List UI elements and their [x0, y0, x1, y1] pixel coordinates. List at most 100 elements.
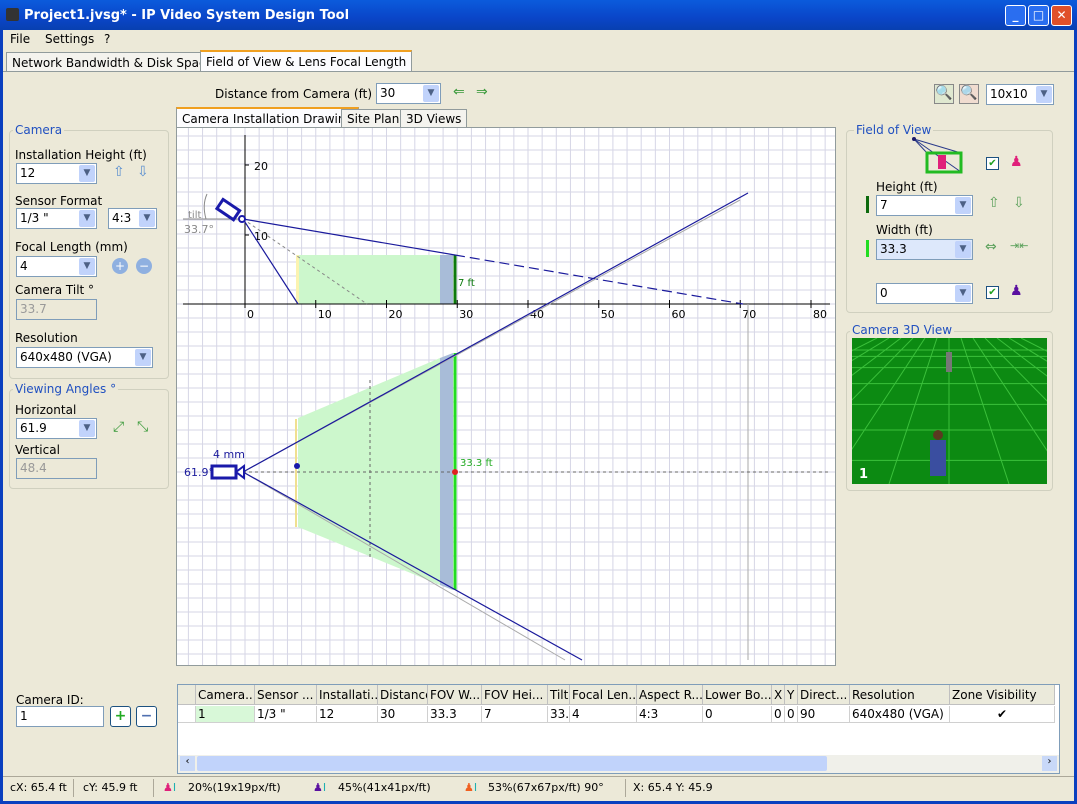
arrow-down-icon[interactable]: ⇩	[137, 164, 149, 180]
width-dimension: 33.3 ft	[460, 458, 493, 469]
y-tick-label: 20	[254, 160, 268, 173]
widen-icon[interactable]: ⇔	[985, 239, 997, 255]
distance-value: 30	[380, 86, 396, 100]
installation-height-select[interactable]: 12 ▼	[16, 163, 97, 184]
plus-icon[interactable]: +	[112, 258, 128, 274]
narrow-icon[interactable]: ⇥⇤	[1010, 239, 1028, 252]
chevron-down-icon[interactable]: ▼	[955, 241, 971, 258]
minimize-button[interactable]: _	[1005, 5, 1026, 26]
chevron-down-icon[interactable]: ▼	[139, 210, 155, 227]
lower-visibility-checkbox[interactable]: ✔	[986, 286, 999, 299]
target-point	[452, 469, 458, 475]
column-header[interactable]: Lower Bo...	[703, 685, 772, 705]
minus-icon[interactable]: −	[136, 258, 152, 274]
chevron-down-icon[interactable]: ▼	[135, 349, 151, 366]
zoom-in-icon[interactable]: 🔍	[934, 84, 954, 104]
column-header[interactable]: Zone Visibility	[950, 685, 1055, 705]
column-header[interactable]: Resolution	[850, 685, 950, 705]
arrow-left-icon[interactable]: ⇐	[453, 84, 465, 100]
camera-installation-drawing[interactable]: 0 10 20 30 40 50 60 70 80 20 10 tilt 33.7° 7 ft …	[177, 128, 835, 665]
menu-settings[interactable]: Settings	[45, 32, 94, 46]
table-cell[interactable]: 1	[196, 706, 255, 723]
tab-network-bandwidth[interactable]: Network Bandwidth & Disk Space	[6, 52, 219, 72]
table-cell[interactable]: 4:3	[637, 706, 703, 723]
arrow-up-icon[interactable]: ⇧	[113, 164, 125, 180]
fov-height-select[interactable]: 7 ▼	[876, 195, 973, 216]
arrow-right-icon[interactable]: ⇒	[476, 84, 488, 100]
resolution-select[interactable]: 640x480 (VGA) ▼	[16, 347, 153, 368]
table-cell[interactable]: 33.7	[548, 706, 570, 723]
table-cell[interactable]: 0	[785, 706, 798, 723]
side-near-edge	[296, 255, 299, 304]
menu-help[interactable]: ?	[104, 32, 110, 46]
collapse-icon[interactable]: ⤡	[137, 419, 148, 435]
chevron-down-icon[interactable]: ▼	[423, 85, 439, 102]
horizontal-label: Horizontal	[15, 403, 77, 417]
column-header[interactable]: Installati...	[317, 685, 378, 705]
chevron-down-icon[interactable]: ▼	[79, 165, 95, 182]
focal-length-select[interactable]: 4 ▼	[16, 256, 97, 277]
camera-id-field[interactable]: 1	[16, 706, 104, 727]
horizontal-angle-select[interactable]: 61.9 ▼	[16, 418, 97, 439]
tab-3d-views[interactable]: 3D Views	[400, 109, 468, 127]
scrollbar-thumb[interactable]	[197, 756, 827, 771]
column-header[interactable]: X	[772, 685, 785, 705]
arrow-down-icon[interactable]: ⇩	[1013, 195, 1025, 211]
table-cell[interactable]: 12	[317, 706, 378, 723]
table-cell[interactable]: 30	[378, 706, 428, 723]
width-color-marker	[866, 240, 869, 257]
table-cell[interactable]: 7	[482, 706, 548, 723]
status-xy: X: 65.4 Y: 45.9	[633, 781, 713, 794]
scroll-left-icon[interactable]: ‹	[180, 756, 195, 771]
chevron-down-icon[interactable]: ▼	[1036, 86, 1052, 103]
arrow-up-icon[interactable]: ⇧	[988, 195, 1000, 211]
table-cell[interactable]: 640x480 (VGA)	[850, 706, 950, 723]
status-pink-density: 20%(19x19px/ft)	[188, 781, 281, 794]
table-cell[interactable]: 0	[703, 706, 772, 723]
lower-bound-select[interactable]: 0 ▼	[876, 283, 973, 304]
expand-icon[interactable]: ⤢	[113, 419, 124, 435]
upper-visibility-checkbox[interactable]: ✔	[986, 157, 999, 170]
chevron-down-icon[interactable]: ▼	[955, 285, 971, 302]
column-header[interactable]: Distance	[378, 685, 428, 705]
scroll-right-icon[interactable]: ›	[1042, 756, 1057, 771]
chevron-down-icon[interactable]: ▼	[955, 197, 971, 214]
tab-field-of-view[interactable]: Field of View & Lens Focal Length	[200, 50, 413, 72]
column-header[interactable]: Direct...	[798, 685, 850, 705]
maximize-button[interactable]: □	[1028, 5, 1049, 26]
table-cell[interactable]: 90	[798, 706, 850, 723]
column-header[interactable]: Focal Len...	[570, 685, 637, 705]
column-header[interactable]: Tilt	[548, 685, 570, 705]
table-cell[interactable]: 4	[570, 706, 637, 723]
zoom-out-icon[interactable]: 🔍	[959, 84, 979, 104]
x-tick-label: 50	[601, 308, 615, 321]
table-cell[interactable]: ✔	[950, 706, 1055, 723]
camera-tilt-field: 33.7	[16, 299, 97, 320]
horizontal-scrollbar[interactable]: ‹ ›	[178, 755, 1059, 773]
remove-camera-button[interactable]: −	[136, 706, 157, 727]
chevron-down-icon[interactable]: ▼	[79, 210, 95, 227]
grid-zoom-select[interactable]: 10x10 ▼	[986, 84, 1054, 105]
camera-group-title: Camera	[13, 123, 65, 137]
column-header[interactable]: Sensor ...	[255, 685, 317, 705]
aspect-ratio-select[interactable]: 4:3 ▼	[108, 208, 157, 229]
column-header[interactable]: FOV Hei...	[482, 685, 548, 705]
close-button[interactable]: ✕	[1051, 5, 1072, 26]
column-header[interactable]: FOV W...	[428, 685, 482, 705]
add-camera-button[interactable]: +	[110, 706, 131, 727]
column-header[interactable]: Y	[785, 685, 798, 705]
chevron-down-icon[interactable]: ▼	[79, 258, 95, 275]
column-header[interactable]: Camera...	[196, 685, 255, 705]
menu-file[interactable]: File	[10, 32, 30, 46]
column-header[interactable]: Aspect R...	[637, 685, 703, 705]
table-cell[interactable]: 0	[772, 706, 785, 723]
sensor-format-select[interactable]: 1/3 " ▼	[16, 208, 97, 229]
table-cell[interactable]: 33.3	[428, 706, 482, 723]
fov-width-select[interactable]: 33.3 ▼	[876, 239, 973, 260]
distance-select[interactable]: 30 ▼	[376, 83, 441, 104]
table-cell[interactable]: 1/3 "	[255, 706, 317, 723]
camera-3d-viewport[interactable]: 1	[852, 338, 1047, 484]
tab-camera-installation-drawing[interactable]: Camera Installation Drawing	[176, 107, 360, 127]
tab-site-plan[interactable]: Site Plan	[341, 109, 406, 127]
chevron-down-icon[interactable]: ▼	[79, 420, 95, 437]
